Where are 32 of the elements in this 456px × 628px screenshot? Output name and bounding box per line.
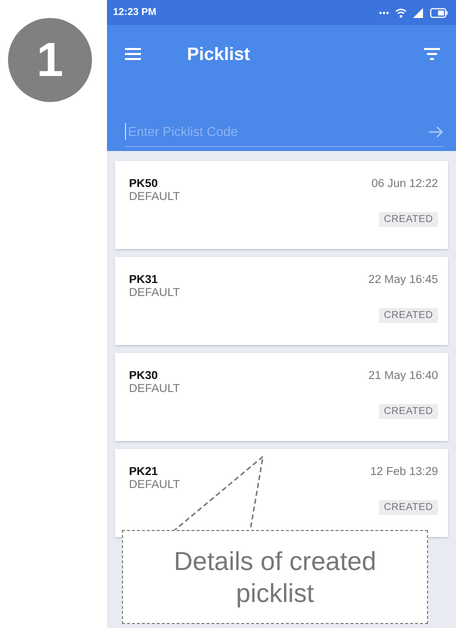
picklist-card[interactable]: PK21 12 Feb 13:29 DEFAULT CREATED (115, 449, 448, 537)
picklist-date: 21 May 16:40 (368, 370, 438, 382)
picklist-code: PK21 (129, 466, 158, 478)
status-tag: CREATED (378, 212, 438, 227)
picklist-code: PK31 (129, 274, 158, 286)
picklist-type: DEFAULT (129, 287, 180, 299)
wifi-icon (395, 8, 407, 18)
search-field[interactable]: Enter Picklist Code (125, 123, 428, 140)
picklist-type: DEFAULT (129, 479, 180, 491)
app-title: Picklist (187, 44, 252, 64)
picklist-card[interactable]: PK31 22 May 16:45 DEFAULT CREATED (115, 257, 448, 345)
battery-icon (430, 8, 448, 18)
status-time: 12:23 PM (113, 7, 156, 18)
picklist-card[interactable]: PK30 21 May 16:40 DEFAULT CREATED (115, 353, 448, 441)
status-tag: CREATED (378, 404, 438, 419)
step-number-badge: 1 (8, 18, 92, 102)
callout-text: Details of created picklist (172, 544, 378, 610)
picklist-code: PK50 (129, 178, 158, 190)
menu-button[interactable] (125, 48, 141, 60)
status-tag: CREATED (378, 500, 438, 515)
picklist-date: 12 Feb 13:29 (370, 466, 438, 478)
arrow-right-icon[interactable] (428, 126, 444, 138)
signal-icon (413, 8, 424, 18)
picklist-card[interactable]: PK50 06 Jun 12:22 DEFAULT CREATED (115, 161, 448, 249)
filter-button[interactable] (424, 48, 440, 60)
picklist-date: 22 May 16:45 (368, 274, 438, 286)
picklist-type: DEFAULT (129, 191, 180, 203)
picklist-date: 06 Jun 12:22 (371, 178, 438, 190)
status-tag: CREATED (378, 308, 438, 323)
dots-icon (379, 10, 389, 14)
picklist-code: PK30 (129, 370, 158, 382)
picklist-type: DEFAULT (129, 383, 180, 395)
